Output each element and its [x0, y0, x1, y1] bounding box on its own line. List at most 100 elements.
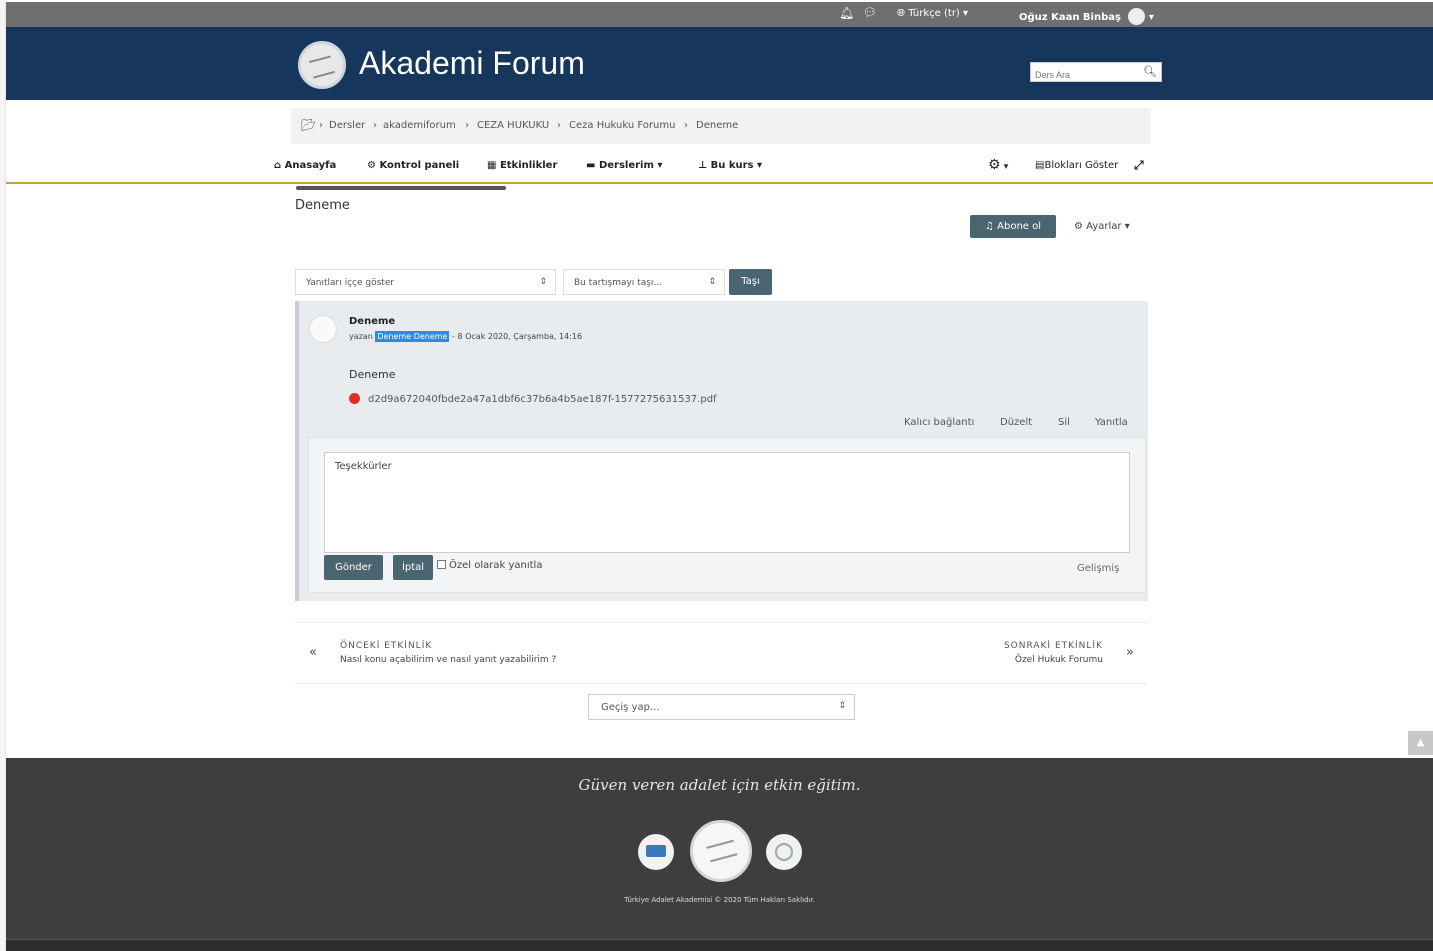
calendar-icon: ▦: [487, 160, 497, 171]
checkbox-box[interactable]: [437, 560, 446, 569]
cancel-button[interactable]: İptal: [393, 555, 433, 580]
gear-icon: ⚙: [1074, 221, 1083, 232]
nav-label: Anasayfa: [284, 160, 337, 171]
next-activity-label: SONRAKİ ETKİNLİK: [1003, 641, 1103, 651]
select-arrows-icon: ⇕: [539, 277, 547, 287]
footer-copyright: Türkiye Adalet Akademisi © 2020 Tüm Hakl…: [624, 896, 815, 904]
subscribe-button[interactable]: ♫ Abone ol: [970, 215, 1056, 238]
page-title-clipped: [296, 186, 506, 190]
user-menu[interactable]: Oğuz Kaan Binbaş ▾: [1019, 8, 1154, 25]
footer-bottom-strip: [6, 939, 1433, 951]
nav-label: Etkinlikler: [499, 160, 558, 171]
chevron-right-icon[interactable]: »: [1126, 645, 1134, 660]
move-button[interactable]: Taşı: [729, 269, 772, 295]
edit-link[interactable]: Düzelt: [1000, 417, 1032, 428]
breadcrumb-item[interactable]: Ceza Hukuku Forumu: [569, 120, 675, 131]
reply-textarea[interactable]: Teşekkürler: [324, 452, 1130, 553]
next-activity-link[interactable]: Özel Hukuk Forumu: [1015, 655, 1103, 665]
home-icon: ⌂: [274, 160, 282, 171]
by-prefix: yazan: [349, 332, 373, 341]
nav-item-calendar[interactable]: ▦ Etkinlikler: [487, 160, 557, 171]
seal-icon: [775, 843, 793, 861]
language-label: Türkçe (tr): [908, 8, 960, 19]
subscribe-label: Abone ol: [997, 221, 1042, 232]
chevron-down-icon: ▾: [657, 160, 663, 171]
messages-icon[interactable]: 💬︎: [863, 6, 877, 19]
search-icon[interactable]: 🔍︎: [1143, 65, 1157, 78]
back-to-top-button[interactable]: ▲: [1408, 731, 1433, 755]
notification-bell-icon[interactable]: 🔔︎: [839, 6, 854, 20]
select-arrows-icon: ⇕: [838, 701, 846, 711]
chevron-down-icon: ▾: [1124, 221, 1130, 232]
reply-link[interactable]: Yanıtla: [1095, 417, 1128, 428]
top-utility-bar: 🔔︎ 💬︎ 🌐︎ Türkçe (tr) ▾ Oğuz Kaan Binbaş …: [6, 2, 1433, 27]
show-blocks-label: Blokları Göster: [1044, 160, 1119, 171]
footer-slogan: Güven veren adalet için etkin eğitim.: [578, 776, 861, 794]
site-footer: Güven veren adalet için etkin eğitim. Tü…: [6, 758, 1433, 951]
breadcrumb-separator-icon: ›: [373, 120, 377, 131]
site-logo[interactable]: [298, 41, 346, 89]
attachment-link[interactable]: d2d9a672040fbde2a47a1dbf6c37b6a4b5ae187f…: [368, 394, 717, 405]
building-icon: [646, 845, 666, 857]
author-link[interactable]: Deneme Deneme: [375, 331, 450, 342]
footer-logo-right[interactable]: [766, 834, 802, 870]
breadcrumb-separator-icon: ›: [319, 120, 323, 131]
private-reply-label: Özel olarak yanıtla: [449, 560, 543, 571]
prev-activity-link[interactable]: Nasıl konu açabilirim ve nasıl yanıt yaz…: [340, 655, 556, 665]
author-avatar[interactable]: [309, 315, 337, 343]
breadcrumb-separator-icon: ›: [684, 120, 688, 131]
nav-label: Bu kurs: [710, 160, 754, 171]
nav-item-this-course[interactable]: ⊥ Bu kurs ▾: [698, 160, 762, 171]
chevron-up-icon: ▲: [1416, 737, 1425, 748]
breadcrumb-item[interactable]: Dersler: [329, 120, 365, 131]
post-meta: yazan Deneme Deneme - 8 Ocak 2020, Çarşa…: [349, 331, 582, 342]
briefcase-icon: ▬: [586, 160, 596, 171]
move-discussion-value: Bu tartışmayı taşı...: [574, 278, 662, 288]
user-name: Oğuz Kaan Binbaş: [1019, 12, 1121, 23]
footer-logo-center[interactable]: [690, 820, 752, 882]
chevron-down-icon: ▾: [757, 160, 763, 171]
attachment[interactable]: d2d9a672040fbde2a47a1dbf6c37b6a4b5ae187f…: [349, 393, 717, 405]
search-input[interactable]: [1031, 66, 1141, 84]
bell-icon: ♫: [984, 221, 994, 232]
course-search: 🔍︎: [1030, 62, 1162, 84]
nav-label: Kontrol paneli: [379, 160, 460, 171]
fullscreen-expand-icon[interactable]: ⤢: [1134, 158, 1144, 173]
jump-to-value: Geçiş yap...: [601, 702, 660, 713]
prev-activity-label: ÖNCEKİ ETKİNLİK: [340, 641, 433, 651]
breadcrumb-separator-icon: ›: [557, 120, 561, 131]
show-blocks-button[interactable]: ▤Blokları Göster: [1035, 160, 1118, 171]
display-mode-select[interactable]: Yanıtları iççe göster ⇕: [295, 269, 556, 295]
jump-to-select[interactable]: Geçiş yap... ⇕: [588, 694, 855, 720]
select-arrows-icon: ⇕: [708, 277, 716, 287]
permalink-link[interactable]: Kalıcı bağlantı: [904, 417, 974, 428]
browser-page: 🔔︎ 💬︎ 🌐︎ Türkçe (tr) ▾ Oğuz Kaan Binbaş …: [6, 0, 1433, 951]
send-button[interactable]: Gönder: [324, 555, 383, 580]
private-reply-checkbox[interactable]: Özel olarak yanıtla: [437, 560, 542, 571]
folder-icon[interactable]: 📂︎: [301, 118, 316, 132]
display-mode-value: Yanıtları iççe göster: [306, 278, 395, 288]
delete-link[interactable]: Sil: [1058, 417, 1070, 428]
activity-navigation: « ÖNCEKİ ETKİNLİK Nasıl konu açabilirim …: [295, 622, 1148, 684]
settings-gear-icon[interactable]: ⚙ ▾: [988, 157, 1008, 173]
breadcrumb-separator-icon: ›: [465, 120, 469, 131]
settings-label: Ayarlar: [1086, 221, 1122, 232]
move-discussion-select[interactable]: Bu tartışmayı taşı... ⇕: [563, 269, 725, 295]
post-body: Deneme: [349, 368, 396, 381]
sitemap-icon: ⊥: [698, 160, 708, 171]
chevron-left-icon[interactable]: «: [309, 645, 317, 660]
nav-item-dashboard[interactable]: ⚙ Kontrol paneli: [367, 160, 459, 171]
nav-item-home[interactable]: ⌂ Anasayfa: [274, 160, 336, 171]
main-navigation: ⌂ Anasayfa ⚙ Kontrol paneli ▦ Etkinlikle…: [6, 148, 1433, 184]
breadcrumb-item[interactable]: CEZA HUKUKU: [477, 120, 549, 131]
site-name[interactable]: Akademi Forum: [359, 45, 585, 82]
advanced-link[interactable]: Gelişmiş: [1077, 563, 1119, 574]
chevron-down-icon: ▾: [963, 8, 969, 19]
settings-dropdown[interactable]: ⚙ Ayarlar ▾: [1074, 221, 1130, 232]
breadcrumb-item[interactable]: akademiforum: [383, 120, 456, 131]
discussion-title: Deneme: [295, 198, 350, 213]
nav-item-my-courses[interactable]: ▬ Derslerim ▾: [586, 160, 662, 171]
footer-logo-left[interactable]: [638, 834, 674, 870]
language-menu[interactable]: 🌐︎ Türkçe (tr) ▾: [897, 8, 968, 19]
breadcrumb: 📂︎ › Dersler › akademiforum › CEZA HUKUK…: [291, 108, 1151, 144]
